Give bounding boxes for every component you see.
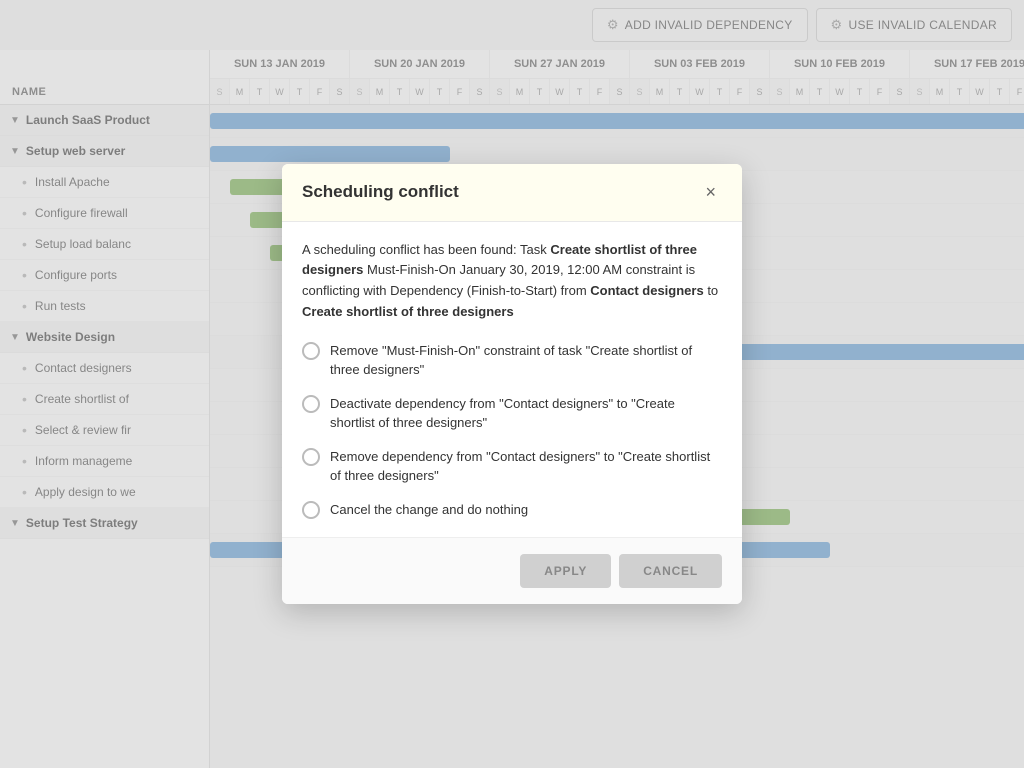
radio-option-1[interactable]: Remove "Must-Finish-On" constraint of ta… — [302, 341, 722, 380]
radio-circle-4[interactable] — [302, 501, 320, 519]
modal-title: Scheduling conflict — [302, 182, 459, 202]
radio-label-1: Remove "Must-Finish-On" constraint of ta… — [330, 341, 722, 380]
radio-options: Remove "Must-Finish-On" constraint of ta… — [302, 341, 722, 520]
modal-body: A scheduling conflict has been found: Ta… — [282, 222, 742, 538]
modal-backdrop: Scheduling conflict × A scheduling confl… — [0, 0, 1024, 768]
modal-description: A scheduling conflict has been found: Ta… — [302, 240, 722, 323]
radio-option-2[interactable]: Deactivate dependency from "Contact desi… — [302, 394, 722, 433]
radio-circle-3[interactable] — [302, 448, 320, 466]
radio-option-4[interactable]: Cancel the change and do nothing — [302, 500, 722, 520]
scheduling-conflict-modal: Scheduling conflict × A scheduling confl… — [282, 164, 742, 605]
radio-label-4: Cancel the change and do nothing — [330, 500, 528, 520]
apply-button[interactable]: APPLY — [520, 554, 611, 588]
radio-circle-1[interactable] — [302, 342, 320, 360]
modal-header: Scheduling conflict × — [282, 164, 742, 222]
modal-close-button[interactable]: × — [699, 180, 722, 205]
radio-option-3[interactable]: Remove dependency from "Contact designer… — [302, 447, 722, 486]
modal-footer: APPLY CANCEL — [282, 537, 742, 604]
cancel-button[interactable]: CANCEL — [619, 554, 722, 588]
radio-circle-2[interactable] — [302, 395, 320, 413]
radio-label-2: Deactivate dependency from "Contact desi… — [330, 394, 722, 433]
radio-label-3: Remove dependency from "Contact designer… — [330, 447, 722, 486]
